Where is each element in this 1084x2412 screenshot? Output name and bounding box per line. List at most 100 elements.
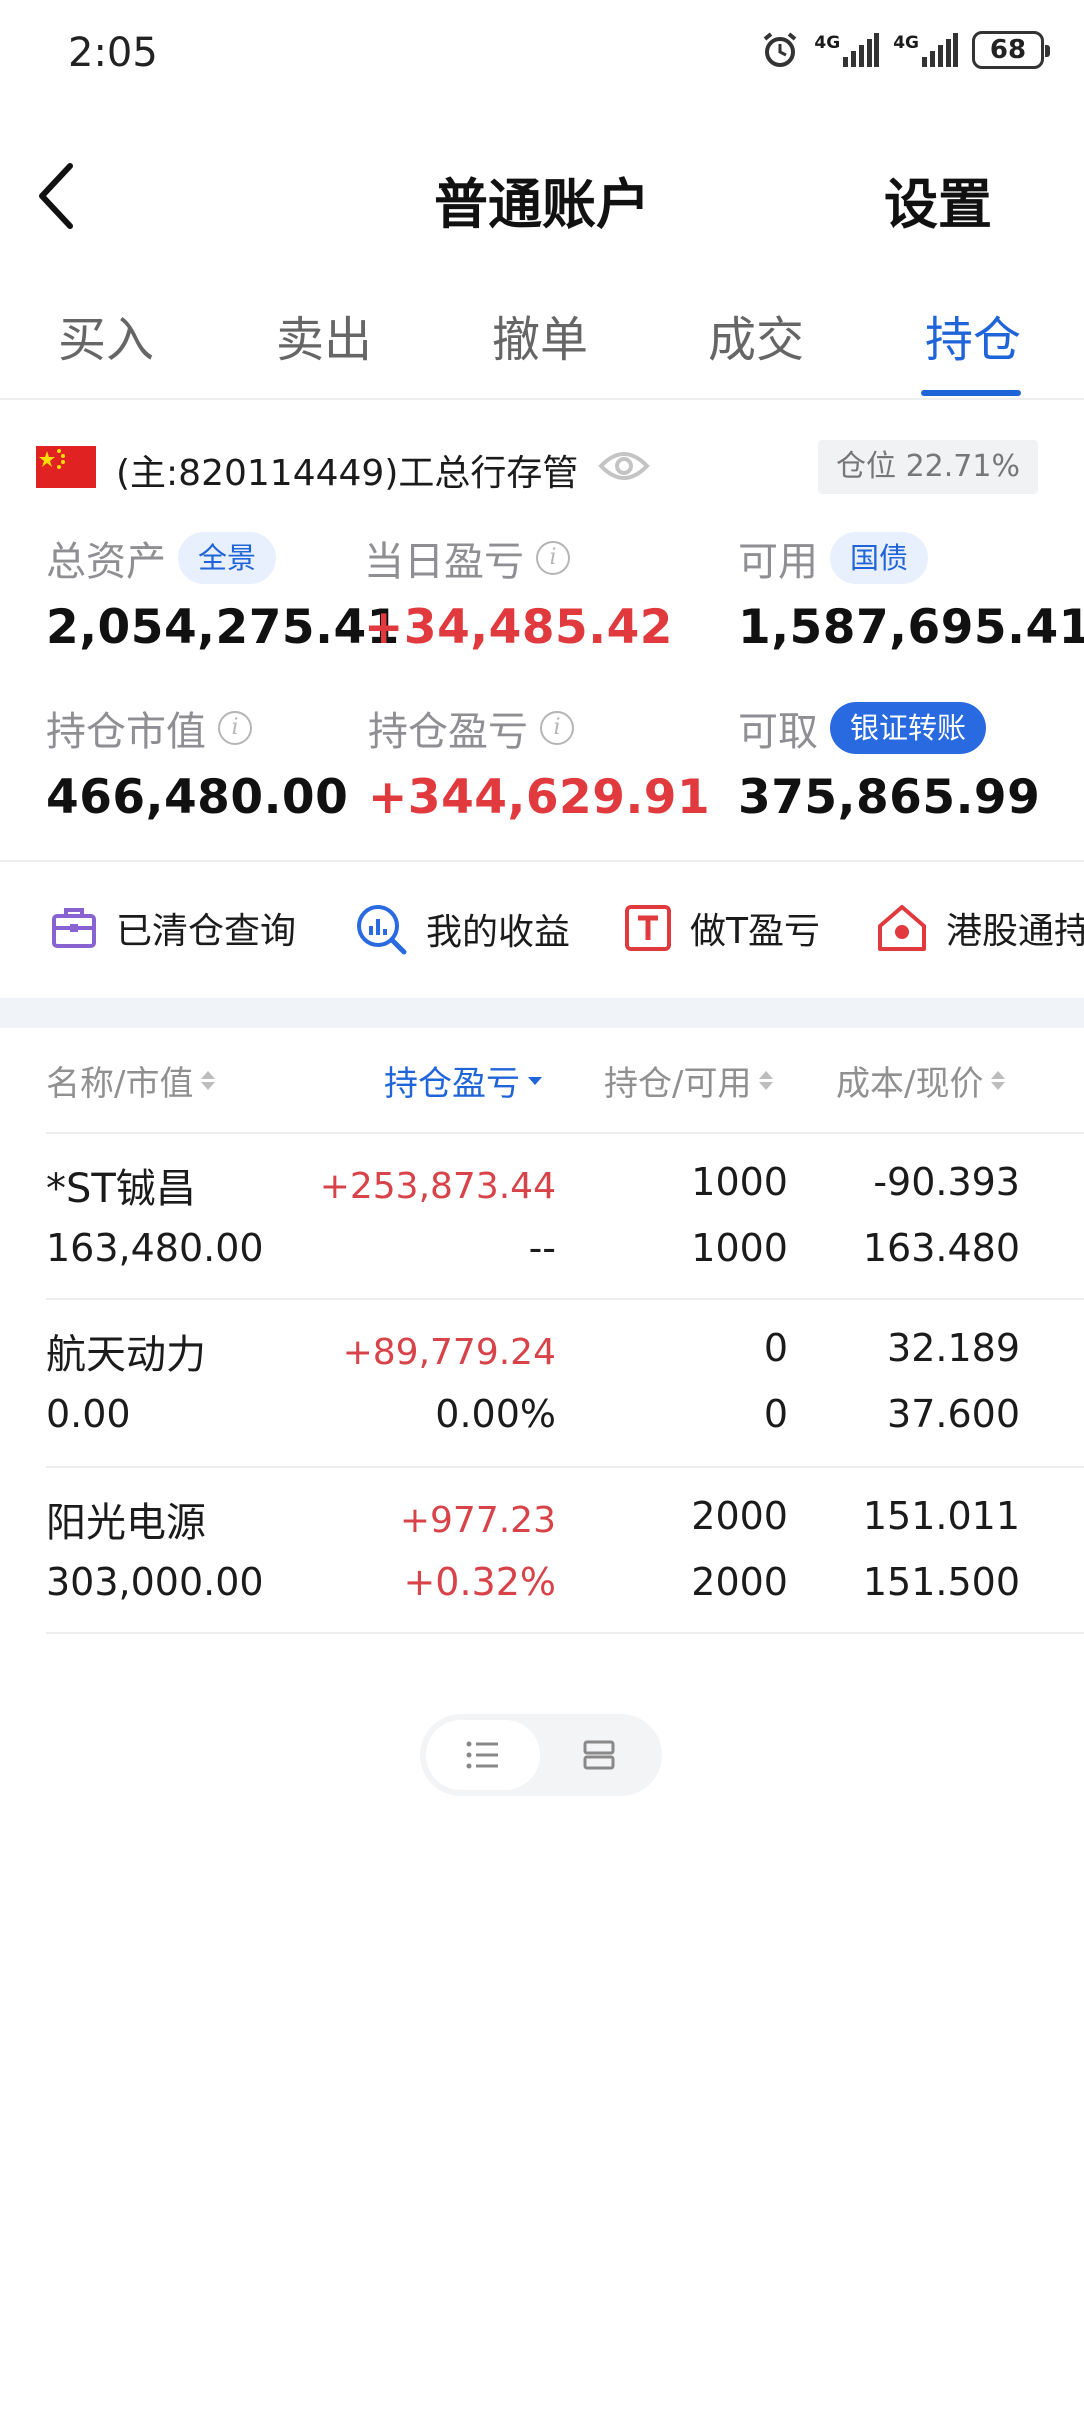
stock-name: 阳光电源 (46, 1500, 206, 1546)
stock-name: *ST铖昌 (46, 1166, 196, 1212)
info-icon[interactable]: i (540, 711, 574, 745)
view-toggle (420, 1714, 662, 1796)
tab-bar: 买入 卖出 撤单 成交 持仓 (0, 290, 1084, 400)
withdrawable-cell: 可取 银证转账 375,865.99 (738, 700, 1040, 825)
tab-deals[interactable]: 成交 (708, 300, 804, 370)
divider (0, 860, 1084, 862)
list-view-button[interactable] (426, 1720, 540, 1790)
signal-icon-1: 4G (814, 33, 880, 67)
treasury-tag-button[interactable]: 国债 (830, 532, 929, 584)
available-cell: 可用 国债 1,587,695.41 (738, 530, 1084, 655)
tab-sell[interactable]: 卖出 (276, 300, 372, 370)
daily-pnl-cell: 当日盈亏 i +34,485.42 (364, 530, 673, 655)
divider (46, 1632, 1084, 1634)
total-assets-label: 总资产 (46, 539, 166, 585)
total-assets-cell: 总资产 全景 2,054,275.41 (46, 530, 400, 655)
holding-pnl-pct: +0.32% (403, 1560, 556, 1604)
market-value-label: 持仓市值 (46, 709, 206, 755)
tab-positions[interactable]: 持仓 (925, 300, 1021, 370)
nav-header: 普通账户 设置 (0, 130, 1084, 260)
daily-pnl-label: 当日盈亏 (364, 539, 524, 585)
overview-tag-button[interactable]: 全景 (178, 532, 277, 584)
available-qty: 1000 (691, 1226, 788, 1270)
daily-pnl-value: +34,485.42 (364, 600, 674, 655)
status-bar: 2:05 4G 4G 68 (0, 0, 1084, 110)
stock-name: 航天动力 (46, 1332, 206, 1378)
position-ratio-badge: 仓位 22.71% (818, 440, 1038, 494)
divider (46, 1466, 1084, 1468)
battery-icon: 68 (972, 31, 1050, 69)
market-value: 163,480.00 (46, 1226, 264, 1270)
available-qty: 2000 (691, 1560, 788, 1604)
holding-qty: 2000 (691, 1494, 788, 1538)
holding-pnl: +89,779.24 (342, 1332, 556, 1373)
sort-icon (759, 1071, 774, 1090)
bank-transfer-button[interactable]: 银证转账 (830, 702, 987, 754)
current-price: 151.500 (862, 1560, 1020, 1604)
sort-desc-icon (528, 1076, 542, 1085)
available-value: 1,587,695.41 (738, 600, 1084, 655)
signal-icon-2: 4G (893, 33, 958, 67)
holding-qty: 1000 (691, 1160, 788, 1204)
withdrawable-value: 375,865.99 (738, 770, 1041, 825)
column-header-holding[interactable]: 持仓/可用 (604, 1056, 774, 1105)
quick-links: 已清仓查询 我的收益 做T盈亏 港股通持 (0, 880, 1084, 980)
alarm-icon (760, 30, 800, 70)
holding-row[interactable]: 阳光电源 303,000.00 +977.23 +0.32% 2000 2000… (0, 1472, 1084, 1638)
holdings-table-header: 名称/市值 持仓盈亏 持仓/可用 成本/现价 (0, 1048, 1084, 1132)
holding-row[interactable]: *ST铖昌 163,480.00 +253,873.44 -- 1000 100… (0, 1138, 1084, 1304)
market-value-value: 466,480.00 (46, 770, 349, 825)
card-icon (583, 1740, 615, 1770)
briefcase-icon (52, 908, 96, 948)
info-icon[interactable]: i (536, 541, 570, 575)
tab-cancel[interactable]: 撤单 (492, 300, 588, 370)
chart-search-icon (357, 905, 407, 955)
sort-icon (991, 1071, 1006, 1090)
column-header-name[interactable]: 名称/市值 (46, 1056, 216, 1105)
current-price: 37.600 (887, 1392, 1020, 1436)
market-value-cell: 持仓市值 i 466,480.00 (46, 700, 348, 825)
available-label: 可用 (738, 539, 818, 585)
position-pnl-cell: 持仓盈亏 i +344,629.91 (368, 700, 710, 825)
cost-price: -90.393 (873, 1160, 1020, 1204)
account-name[interactable]: (主:820114449)工总行存管 (116, 444, 578, 496)
status-icons: 4G 4G 68 (760, 30, 1050, 70)
quick-link-cleared-positions[interactable]: 已清仓查询 (50, 902, 296, 954)
status-time: 2:05 (68, 30, 158, 76)
current-price: 163.480 (862, 1226, 1020, 1270)
holding-pnl-pct: -- (528, 1226, 556, 1270)
section-separator (0, 998, 1084, 1028)
settings-button[interactable]: 设置 (884, 160, 992, 239)
available-qty: 0 (763, 1392, 788, 1436)
cost-price: 32.189 (887, 1326, 1020, 1370)
withdrawable-label: 可取 (738, 709, 818, 755)
column-header-cost[interactable]: 成本/现价 (836, 1056, 1006, 1105)
card-view-button[interactable] (542, 1720, 656, 1790)
sort-icon (201, 1071, 216, 1090)
holding-pnl: +977.23 (399, 1500, 556, 1541)
asset-summary: 总资产 全景 2,054,275.41 当日盈亏 i +34,485.42 可用 国债… (0, 530, 1084, 860)
holding-row[interactable]: 航天动力 0.00 +89,779.24 0.00% 0 0 32.189 37… (0, 1304, 1084, 1470)
list-icon (466, 1741, 498, 1769)
eye-icon[interactable] (598, 446, 650, 490)
hk-house-icon (878, 905, 926, 951)
info-icon[interactable]: i (218, 711, 252, 745)
quick-link-t-trading-pnl[interactable]: 做T盈亏 (624, 902, 820, 954)
market-value: 0.00 (46, 1392, 131, 1436)
total-assets-value: 2,054,275.41 (46, 600, 400, 655)
position-pnl-value: +344,629.91 (368, 770, 711, 825)
tab-buy[interactable]: 买入 (58, 300, 154, 370)
quick-link-my-earnings[interactable]: 我的收益 (354, 902, 570, 956)
quick-link-hk-connect[interactable]: 港股通持 (876, 902, 1084, 954)
holding-qty: 0 (763, 1326, 788, 1370)
divider (46, 1132, 1084, 1134)
holding-pnl: +253,873.44 (319, 1166, 556, 1207)
t-box-icon (625, 905, 671, 951)
cost-price: 151.011 (862, 1494, 1020, 1538)
column-header-pnl[interactable]: 持仓盈亏 (384, 1056, 542, 1105)
divider (46, 1298, 1084, 1300)
holding-pnl-pct: 0.00% (435, 1392, 556, 1436)
market-value: 303,000.00 (46, 1560, 264, 1604)
account-row: (主:820114449)工总行存管 仓位 22.71% (0, 440, 1084, 500)
tab-indicator (921, 390, 1021, 396)
